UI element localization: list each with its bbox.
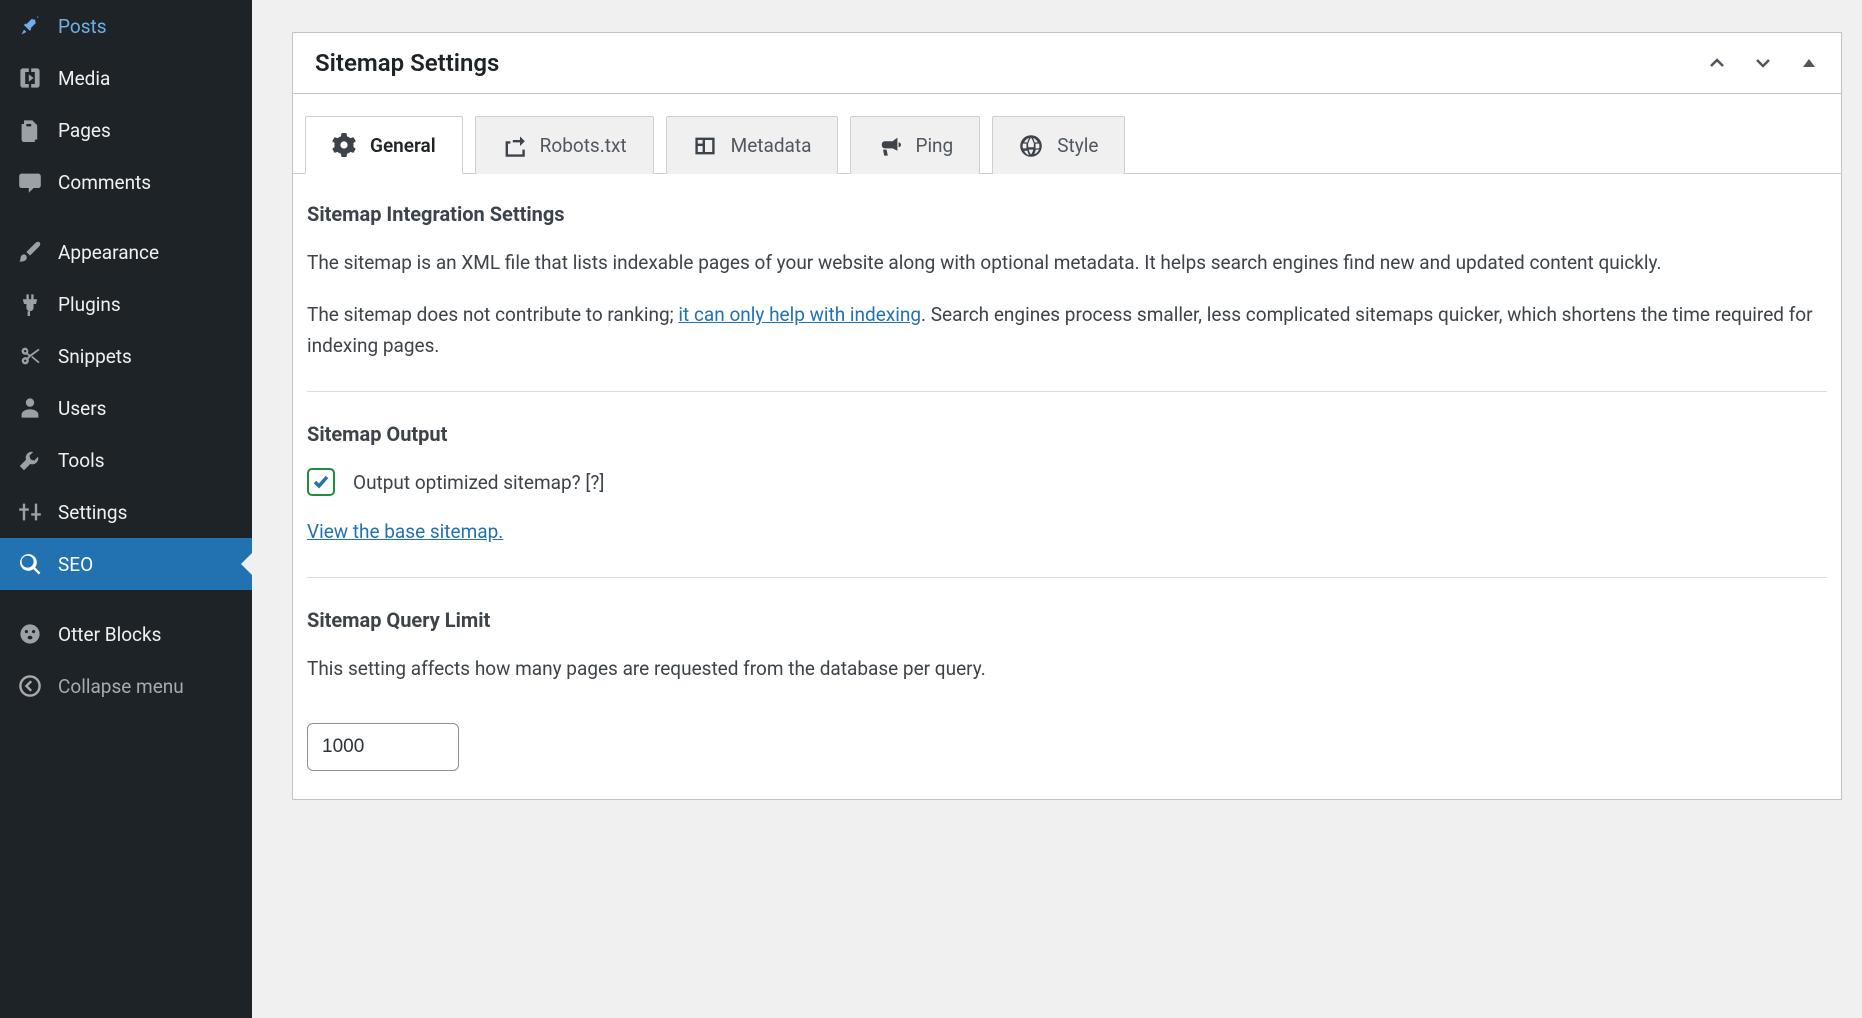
wrench-icon — [16, 446, 44, 474]
tab-label: Style — [1057, 134, 1098, 157]
sidebar-label: Posts — [58, 15, 107, 38]
sidebar-label: Plugins — [58, 293, 121, 316]
settings-panel: Sitemap Settings — [292, 32, 1842, 800]
globe-icon — [1019, 134, 1043, 158]
sliders-icon — [16, 498, 44, 526]
sidebar-label: Users — [58, 397, 106, 420]
megaphone-icon — [877, 134, 901, 158]
sidebar-item-comments[interactable]: Comments — [0, 156, 252, 208]
panel-controls — [1707, 53, 1819, 73]
tab-ping[interactable]: Ping — [850, 116, 980, 174]
chevron-down-icon — [1753, 53, 1773, 73]
check-icon — [311, 472, 331, 492]
divider — [307, 577, 1827, 578]
sidebar-item-pages[interactable]: Pages — [0, 104, 252, 156]
collapse-icon — [16, 672, 44, 700]
output-optimized-checkbox[interactable] — [307, 468, 335, 496]
tab-label: Metadata — [731, 134, 812, 157]
tab-content-general: Sitemap Integration Settings The sitemap… — [293, 174, 1841, 799]
triangle-up-icon — [1799, 53, 1819, 73]
export-icon — [502, 134, 526, 158]
query-limit-heading: Sitemap Query Limit — [307, 608, 1827, 632]
main-content: Sitemap Settings — [252, 0, 1862, 1018]
sidebar-item-media[interactable]: Media — [0, 52, 252, 104]
sidebar-item-settings[interactable]: Settings — [0, 486, 252, 538]
sidebar-label: Otter Blocks — [58, 623, 161, 646]
sidebar-label: Snippets — [58, 345, 132, 368]
output-heading: Sitemap Output — [307, 422, 1827, 446]
tab-robots[interactable]: Robots.txt — [475, 116, 654, 174]
output-checkbox-row: Output optimized sitemap? [?] — [307, 468, 1827, 496]
user-icon — [16, 394, 44, 422]
sidebar-label: Appearance — [58, 241, 159, 264]
query-limit-description: This setting affects how many pages are … — [307, 654, 1827, 684]
admin-sidebar: Posts Media Pages Comments Appearance — [0, 0, 252, 1018]
move-down-button[interactable] — [1753, 53, 1773, 73]
chevron-up-icon — [1707, 53, 1727, 73]
comments-icon — [16, 168, 44, 196]
layout-icon — [693, 134, 717, 158]
search-icon — [16, 550, 44, 578]
sidebar-item-otter[interactable]: Otter Blocks — [0, 608, 252, 660]
pin-icon — [16, 12, 44, 40]
move-up-button[interactable] — [1707, 53, 1727, 73]
output-checkbox-label: Output optimized sitemap? [?] — [353, 471, 604, 494]
panel-header: Sitemap Settings — [293, 33, 1841, 94]
sidebar-label: Media — [58, 67, 110, 90]
sidebar-item-plugins[interactable]: Plugins — [0, 278, 252, 330]
indexing-help-link[interactable]: it can only help with indexing — [678, 303, 921, 326]
sidebar-label: SEO — [58, 553, 93, 576]
sidebar-item-users[interactable]: Users — [0, 382, 252, 434]
brush-icon — [16, 238, 44, 266]
tab-metadata[interactable]: Metadata — [666, 116, 839, 174]
panel-title: Sitemap Settings — [315, 49, 499, 77]
sidebar-label: Comments — [58, 171, 151, 194]
media-icon — [16, 64, 44, 92]
plug-icon — [16, 290, 44, 318]
sidebar-label: Pages — [58, 119, 111, 142]
collapse-menu[interactable]: Collapse menu — [0, 660, 252, 712]
sidebar-item-appearance[interactable]: Appearance — [0, 226, 252, 278]
view-base-sitemap-link[interactable]: View the base sitemap. — [307, 520, 503, 543]
tab-label: General — [370, 134, 436, 157]
integration-heading: Sitemap Integration Settings — [307, 202, 1827, 226]
divider — [307, 391, 1827, 392]
tab-general[interactable]: General — [305, 116, 463, 174]
query-limit-input[interactable] — [307, 723, 459, 771]
sidebar-item-tools[interactable]: Tools — [0, 434, 252, 486]
scissors-icon — [16, 342, 44, 370]
pages-icon — [16, 116, 44, 144]
otter-icon — [16, 620, 44, 648]
gear-icon — [332, 133, 356, 157]
tab-label: Ping — [915, 134, 953, 157]
collapse-label: Collapse menu — [58, 675, 184, 698]
tab-label: Robots.txt — [540, 134, 627, 157]
toggle-panel-button[interactable] — [1799, 53, 1819, 73]
sidebar-item-seo[interactable]: SEO — [0, 538, 252, 590]
sidebar-label: Settings — [58, 501, 127, 524]
integration-paragraph-2: The sitemap does not contribute to ranki… — [307, 300, 1827, 361]
integration-paragraph-1: The sitemap is an XML file that lists in… — [307, 248, 1827, 278]
tab-style[interactable]: Style — [992, 116, 1125, 174]
sidebar-item-posts[interactable]: Posts — [0, 0, 252, 52]
settings-tabs: General Robots.txt Metadata — [293, 94, 1841, 174]
sidebar-item-snippets[interactable]: Snippets — [0, 330, 252, 382]
sidebar-label: Tools — [58, 449, 105, 472]
